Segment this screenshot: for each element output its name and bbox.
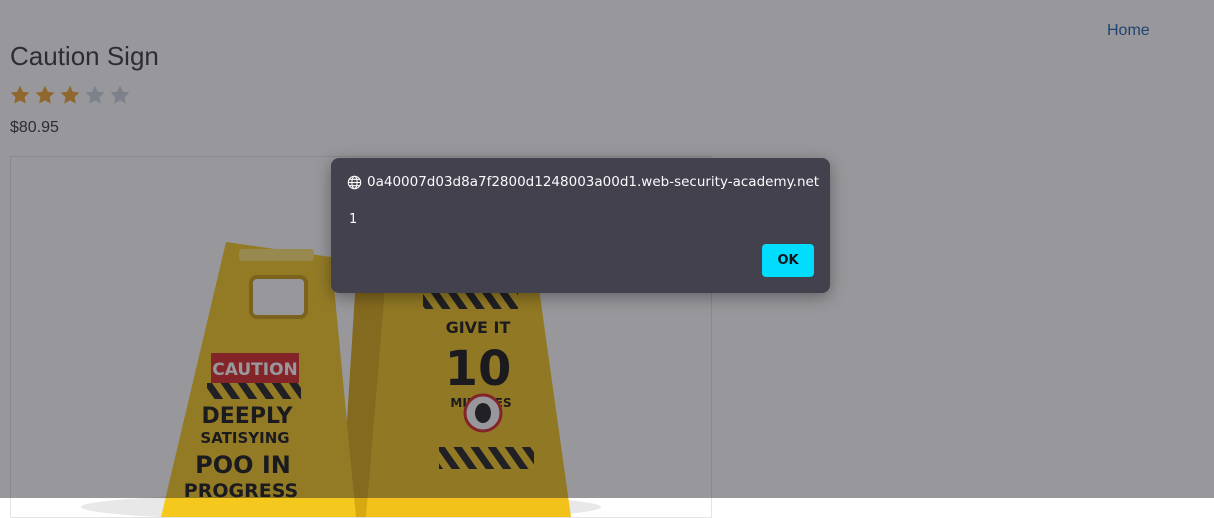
ok-button[interactable]: OK bbox=[762, 244, 814, 277]
globe-icon bbox=[347, 175, 362, 189]
alert-dialog: 0a40007d03d8a7f2800d1248003a00d1.web-sec… bbox=[331, 158, 830, 293]
dialog-message: 1 bbox=[349, 212, 358, 227]
dialog-origin: 0a40007d03d8a7f2800d1248003a00d1.web-sec… bbox=[347, 174, 819, 190]
dialog-origin-text: 0a40007d03d8a7f2800d1248003a00d1.web-sec… bbox=[367, 174, 820, 190]
